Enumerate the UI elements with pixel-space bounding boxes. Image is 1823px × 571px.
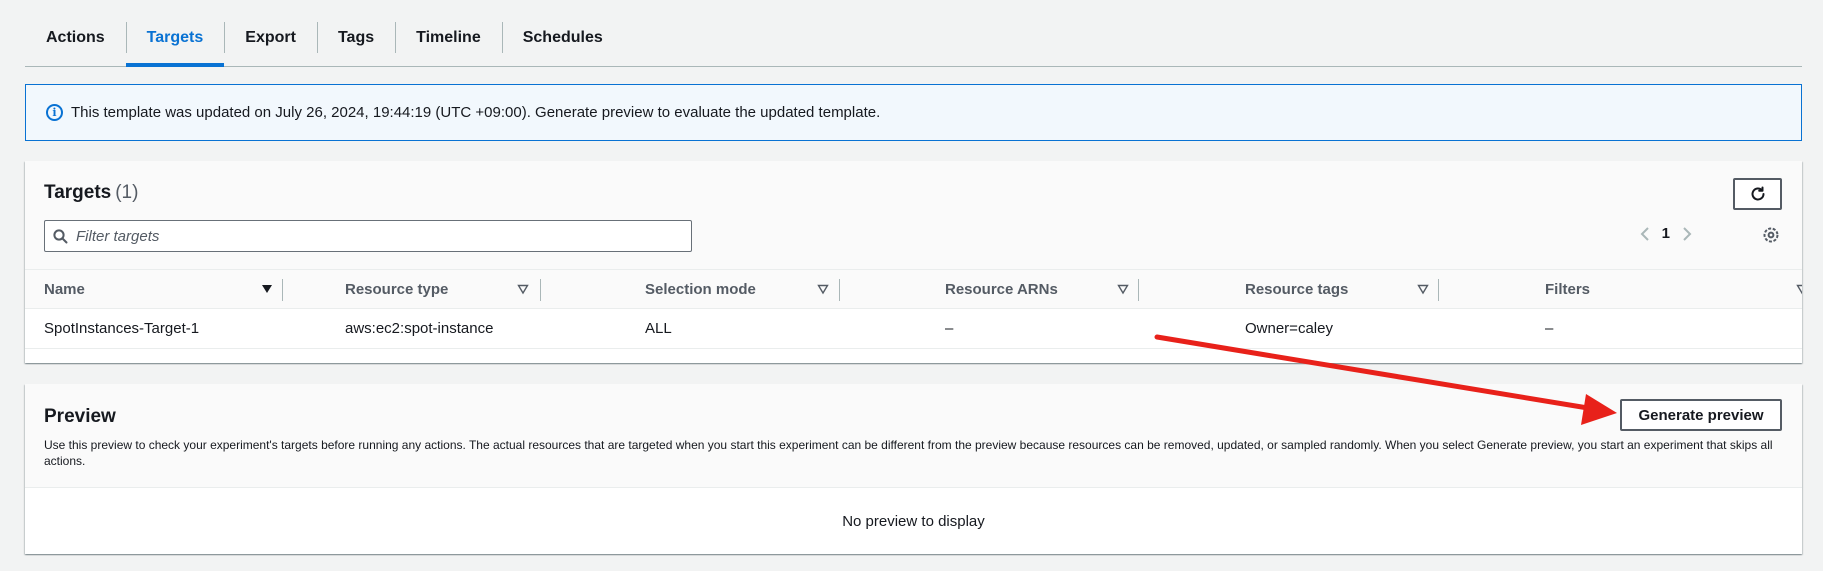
tab-export[interactable]: Export bbox=[224, 20, 317, 56]
next-page-button[interactable] bbox=[1682, 226, 1692, 242]
column-label-selection-mode: Selection mode bbox=[645, 280, 756, 298]
column-resizer[interactable] bbox=[839, 279, 840, 301]
preferences-button[interactable] bbox=[1762, 226, 1780, 244]
tab-tags[interactable]: Tags bbox=[316, 20, 395, 56]
tab-actions[interactable]: Actions bbox=[25, 20, 126, 56]
filter-targets-field[interactable] bbox=[44, 220, 692, 252]
banner-message: This template was updated on July 26, 20… bbox=[71, 104, 881, 121]
column-header-filters[interactable]: Filters bbox=[1545, 270, 1745, 308]
column-header-resource-tags[interactable]: Resource tags bbox=[1245, 270, 1445, 308]
preview-header: Preview Use this preview to check your e… bbox=[25, 384, 1802, 488]
chevron-right-icon bbox=[1683, 226, 1692, 241]
targets-table-header: Name Resource type Selection mode Resour… bbox=[25, 269, 1802, 309]
cell-resource-tags: Owner=caley bbox=[1245, 320, 1333, 337]
info-banner: i This template was updated on July 26, … bbox=[25, 84, 1802, 141]
targets-header: Targets(1) 1 bbox=[25, 161, 1802, 269]
preview-panel: Preview Use this preview to check your e… bbox=[25, 384, 1802, 554]
sort-icon[interactable] bbox=[1117, 283, 1129, 295]
targets-title-text: Targets bbox=[44, 182, 112, 203]
generate-preview-button[interactable]: Generate preview bbox=[1620, 399, 1782, 431]
targets-count: (1) bbox=[115, 182, 139, 203]
tab-targets[interactable]: Targets bbox=[125, 20, 225, 67]
info-icon: i bbox=[46, 104, 63, 121]
tab-schedules[interactable]: Schedules bbox=[501, 20, 624, 56]
column-resizer[interactable] bbox=[1438, 279, 1439, 301]
sort-descending-icon[interactable] bbox=[261, 283, 273, 295]
chevron-left-icon bbox=[1640, 226, 1649, 241]
column-header-name[interactable]: Name bbox=[44, 270, 284, 308]
column-resizer[interactable] bbox=[540, 279, 541, 301]
empty-preview-message: No preview to display bbox=[842, 512, 985, 530]
page-number[interactable]: 1 bbox=[1662, 225, 1670, 242]
filter-targets-input[interactable] bbox=[76, 227, 676, 245]
sort-icon[interactable] bbox=[517, 283, 529, 295]
cell-selection-mode: ALL bbox=[645, 320, 672, 337]
refresh-icon bbox=[1751, 186, 1764, 201]
cell-resource-type: aws:ec2:spot-instance bbox=[345, 320, 494, 337]
previous-page-button[interactable] bbox=[1640, 226, 1650, 242]
column-label-name: Name bbox=[44, 280, 85, 298]
preview-description: Use this preview to check your experimen… bbox=[44, 438, 1773, 468]
refresh-button[interactable] bbox=[1733, 178, 1782, 210]
column-label-resource-arns: Resource ARNs bbox=[945, 280, 1058, 298]
targets-title: Targets (1) bbox=[44, 182, 138, 204]
preview-title: Preview bbox=[44, 406, 116, 427]
column-resizer[interactable] bbox=[1138, 279, 1139, 301]
column-label-resource-type: Resource type bbox=[345, 280, 449, 298]
sort-icon[interactable] bbox=[1796, 283, 1802, 295]
sort-icon[interactable] bbox=[817, 283, 829, 295]
cell-name: SpotInstances-Target-1 bbox=[44, 320, 200, 337]
targets-panel: Targets(1) 1 bbox=[25, 161, 1802, 363]
cell-resource-arns: – bbox=[945, 320, 954, 337]
search-icon bbox=[53, 228, 68, 243]
column-header-resource-arns[interactable]: Resource ARNs bbox=[945, 270, 1145, 308]
column-resizer[interactable] bbox=[282, 279, 283, 301]
tab-bar: Actions Targets Export Tags Timeline Sch… bbox=[25, 20, 1802, 67]
column-label-filters: Filters bbox=[1545, 280, 1591, 298]
tab-timeline[interactable]: Timeline bbox=[395, 20, 502, 56]
table-row[interactable]: SpotInstances-Target-1 aws:ec2:spot-inst… bbox=[25, 309, 1802, 349]
column-header-resource-type[interactable]: Resource type bbox=[345, 270, 545, 308]
column-label-resource-tags: Resource tags bbox=[1245, 280, 1349, 298]
sort-icon[interactable] bbox=[1417, 283, 1429, 295]
pagination: 1 bbox=[1640, 225, 1692, 242]
gear-icon bbox=[1763, 227, 1779, 243]
cell-filters: – bbox=[1545, 320, 1554, 337]
column-header-selection-mode[interactable]: Selection mode bbox=[645, 270, 845, 308]
